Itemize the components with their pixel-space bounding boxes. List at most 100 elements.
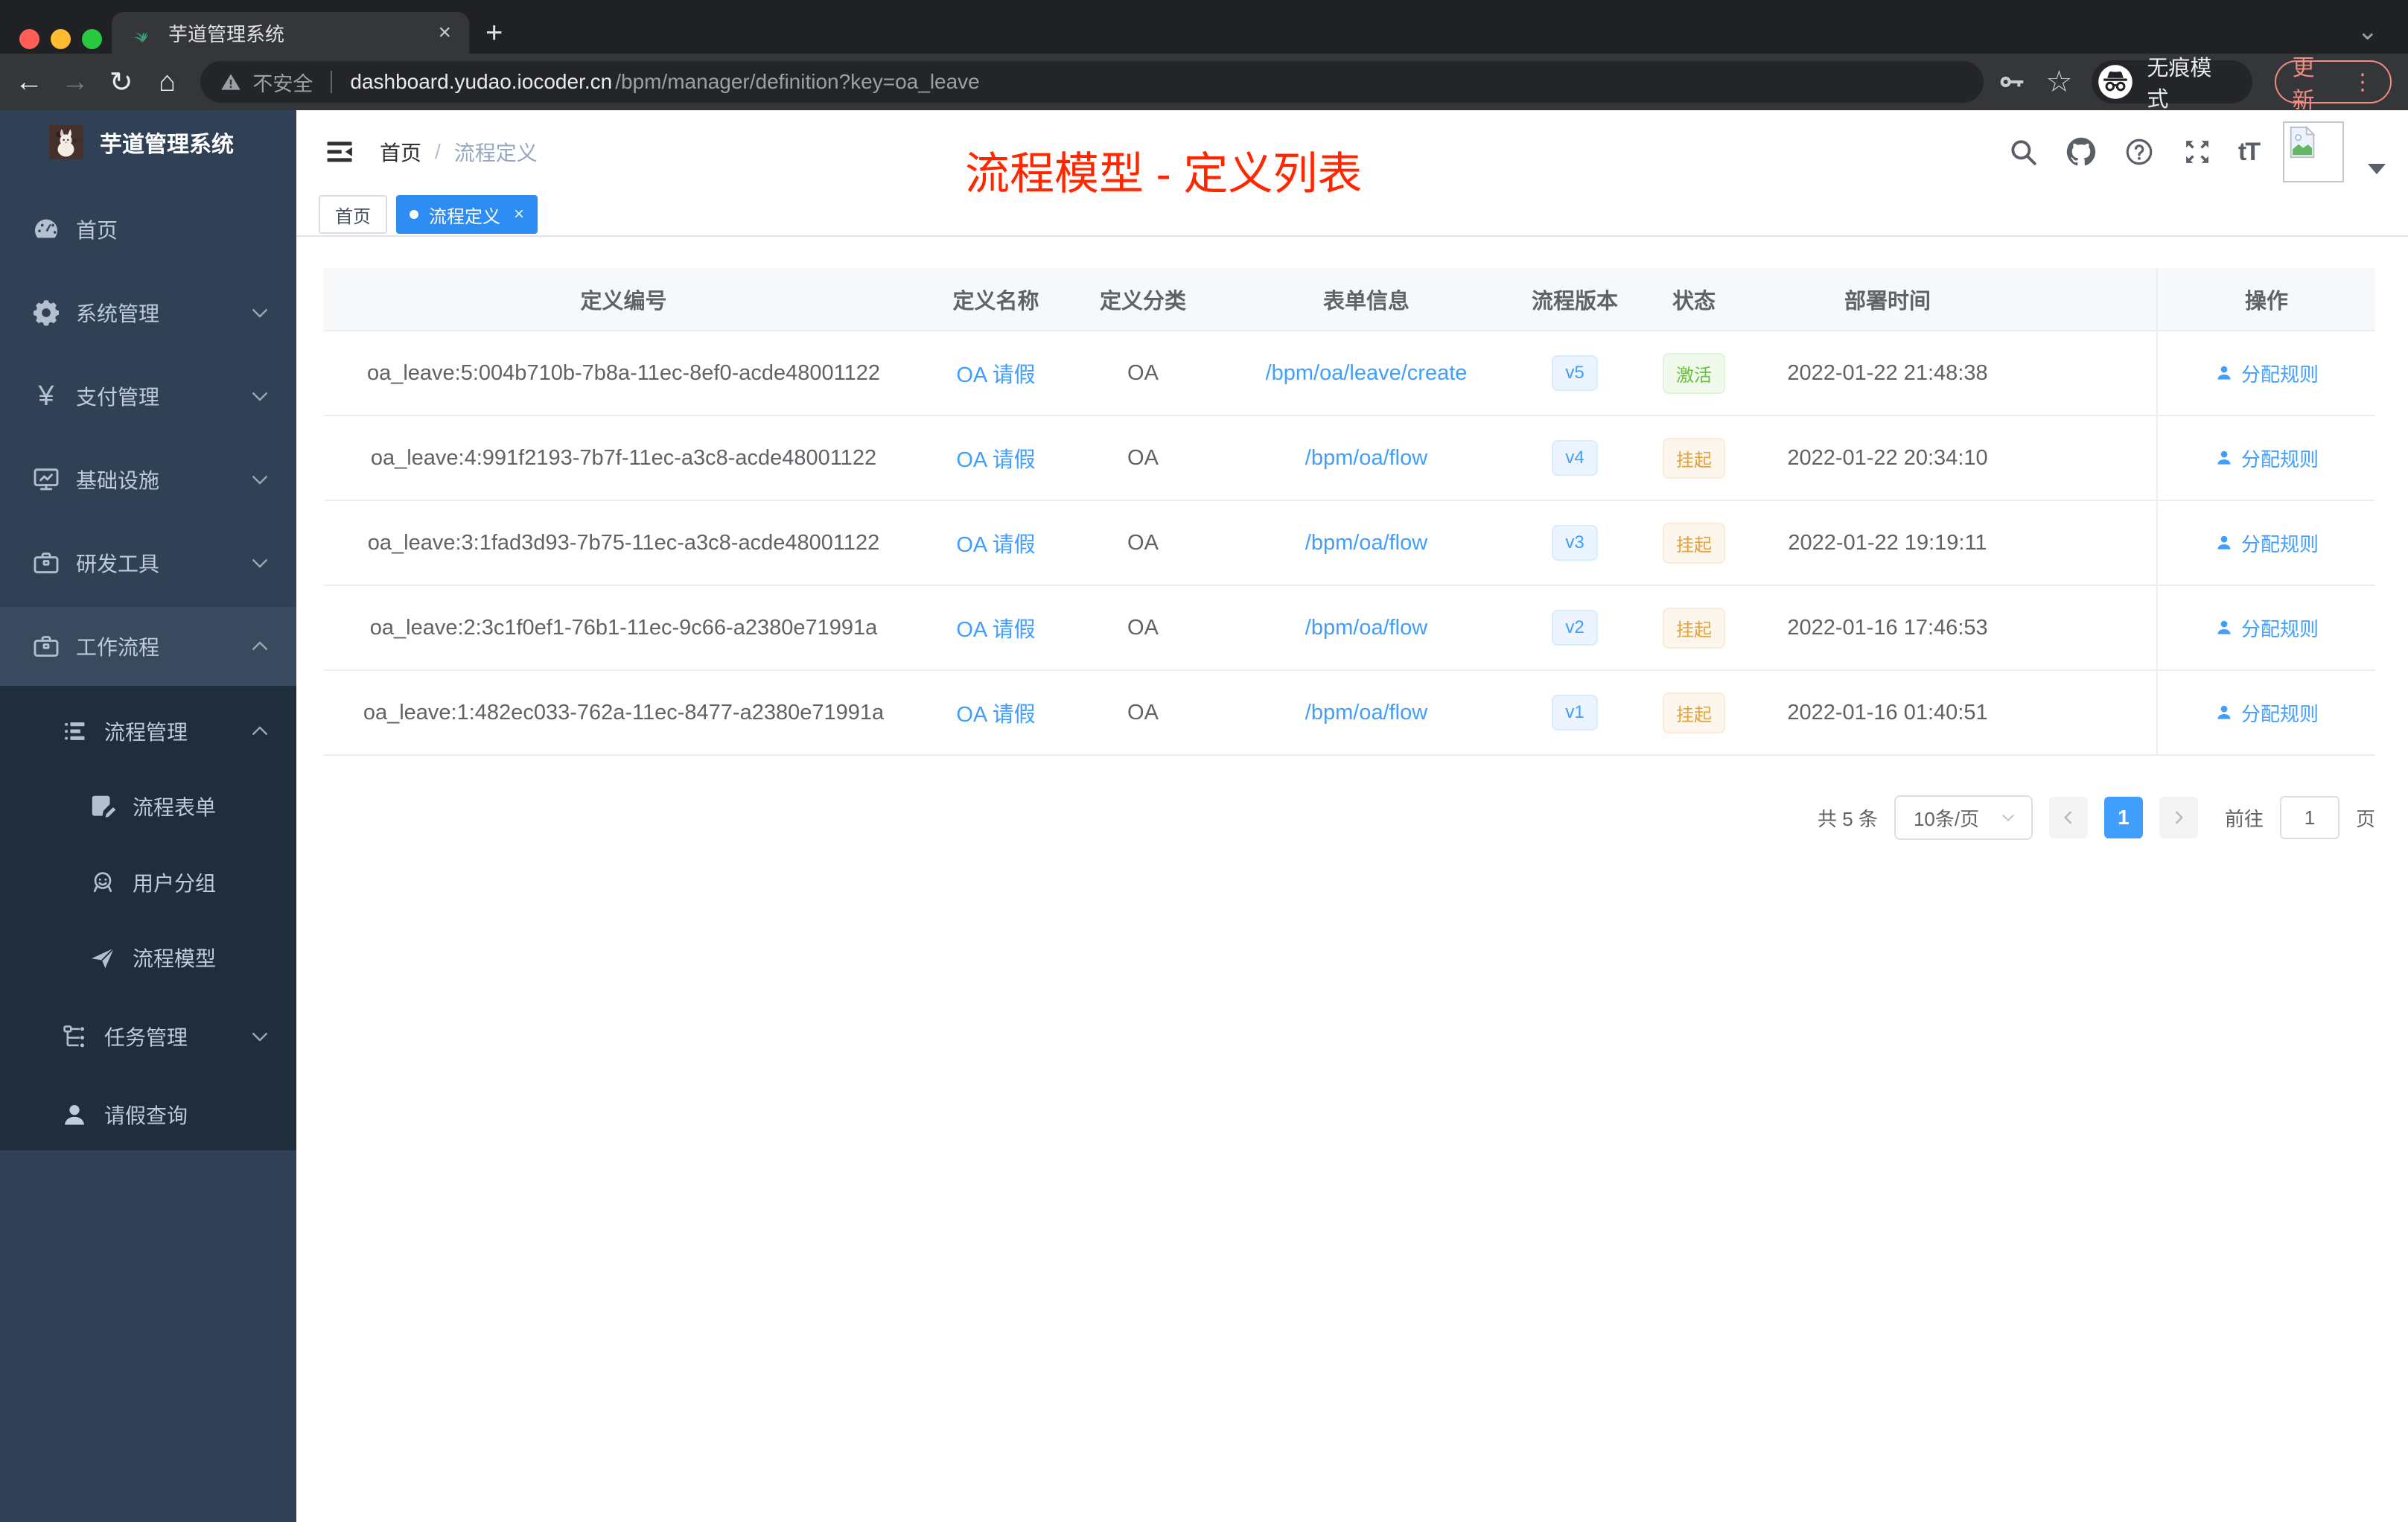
home-button[interactable]: ⌂ xyxy=(144,66,191,98)
table-row: oa_leave:3:1fad3d93-7b75-11ec-a3c8-acde4… xyxy=(324,501,2375,586)
update-label: 更新 xyxy=(2292,56,2315,113)
search-icon[interactable] xyxy=(2006,135,2040,169)
sidebar-item-system-management[interactable]: 系统管理 xyxy=(0,273,296,352)
page-size-select[interactable]: 10条/页 xyxy=(1893,795,2033,840)
sidebar-item-process-model[interactable]: 流程模型 xyxy=(0,918,296,997)
definition-id: oa_leave:4:991f2193-7b7f-11ec-a3c8-acde4… xyxy=(370,445,877,470)
breadcrumb-separator: / xyxy=(435,140,441,163)
window-maximize-button[interactable] xyxy=(82,29,102,49)
bookmark-star-icon[interactable]: ☆ xyxy=(2046,65,2073,99)
sidebar-item-dev-tools[interactable]: 研发工具 xyxy=(0,523,296,602)
definition-category: OA xyxy=(1127,445,1159,470)
github-icon[interactable] xyxy=(2064,135,2098,169)
definition-category: OA xyxy=(1127,615,1159,640)
reload-button[interactable]: ↻ xyxy=(98,66,144,99)
deploy-time: 2022-01-22 19:19:11 xyxy=(1788,530,1987,555)
definition-category: OA xyxy=(1127,700,1159,725)
sidebar-item-infrastructure[interactable]: 基础设施 xyxy=(0,440,296,519)
sidebar-item-process-management[interactable]: 流程管理 xyxy=(0,692,296,771)
sidebar-item-task-management[interactable]: 任务管理 xyxy=(0,997,296,1076)
incognito-label: 无痕模式 xyxy=(2147,57,2212,112)
assign-rule-link[interactable]: 分配规则 xyxy=(2214,614,2319,642)
next-page-button[interactable] xyxy=(2159,797,2198,838)
tree-nodes-icon xyxy=(58,1020,91,1053)
password-key-icon[interactable] xyxy=(1997,67,2027,97)
current-page-button[interactable]: 1 xyxy=(2103,797,2143,838)
goto-page-input[interactable] xyxy=(2279,796,2339,839)
top-navbar: 首页 / 流程定义 流程模型 - 定义列表 tT xyxy=(296,110,2408,199)
main-content: 首页 / 流程定义 流程模型 - 定义列表 tT 首页 流程定义 × 定义编号 … xyxy=(296,110,2408,1522)
assign-user-icon xyxy=(2217,366,2231,380)
pagination: 共 5 条 10条/页 1 前往 页 xyxy=(324,795,2375,840)
tab-search-chevron-icon[interactable]: ⌄ xyxy=(2357,16,2379,46)
tag-process-definition[interactable]: 流程定义 × xyxy=(396,195,538,234)
active-tag-dot xyxy=(410,210,418,219)
browser-tab[interactable]: 芋道管理系统 × xyxy=(112,12,469,54)
sidebar-item-label: 工作流程 xyxy=(76,636,160,659)
prev-page-button[interactable] xyxy=(2048,797,2088,838)
sidebar-item-home[interactable]: 首页 xyxy=(0,190,296,269)
assign-user-icon xyxy=(2217,535,2231,550)
font-size-icon[interactable]: tT xyxy=(2238,138,2261,167)
security-label[interactable]: 不安全 xyxy=(252,68,313,97)
update-browser-button[interactable]: 更新 ⋮ xyxy=(2274,56,2392,113)
back-button[interactable]: ← xyxy=(6,66,52,98)
sidebar-logo-row[interactable]: 芋道管理系统 xyxy=(0,110,296,159)
sidebar-item-leave-query[interactable]: 请假查询 xyxy=(0,1075,296,1154)
breadcrumb-home[interactable]: 首页 xyxy=(380,137,421,167)
avatar[interactable] xyxy=(2283,121,2344,182)
window-close-button[interactable] xyxy=(19,29,39,49)
column-header: 定义名称 xyxy=(952,289,1039,313)
definition-name-link[interactable]: OA 请假 xyxy=(923,612,1068,643)
browser-tab-strip: 芋道管理系统 × + ⌄ xyxy=(0,0,2408,54)
chevron-down-icon xyxy=(249,1025,271,1048)
version-badge: v3 xyxy=(1552,525,1598,561)
tag-home[interactable]: 首页 xyxy=(319,195,387,234)
sidebar-collapse-icon[interactable] xyxy=(323,136,356,168)
avatar-caret-down-icon[interactable] xyxy=(2368,164,2386,174)
tag-close-icon[interactable]: × xyxy=(514,204,524,225)
definition-name-link[interactable]: OA 请假 xyxy=(923,442,1068,474)
tab-close-icon[interactable]: × xyxy=(438,22,451,44)
forward-button[interactable]: → xyxy=(52,66,98,98)
form-link[interactable]: /bpm/oa/flow xyxy=(1217,446,1515,471)
sidebar-item-label: 首页 xyxy=(76,219,118,242)
page-size-value: 10条/页 xyxy=(1913,807,1980,830)
assign-rule-link[interactable]: 分配规则 xyxy=(2214,699,2319,727)
sidebar-item-payment-management[interactable]: ¥ 支付管理 xyxy=(0,357,296,436)
sidebar-item-label: 请假查询 xyxy=(104,1104,188,1127)
form-link[interactable]: /bpm/oa/flow xyxy=(1217,616,1515,640)
window-controls xyxy=(19,29,102,49)
sidebar-item-workflow[interactable]: 工作流程 xyxy=(0,607,296,686)
assign-rule-link[interactable]: 分配规则 xyxy=(2214,529,2319,557)
form-link[interactable]: /bpm/oa/flow xyxy=(1217,531,1515,555)
definition-name-link[interactable]: OA 请假 xyxy=(923,527,1068,558)
incognito-badge: 无痕模式 xyxy=(2092,57,2252,112)
status-badge: 挂起 xyxy=(1663,607,1725,649)
new-tab-button[interactable]: + xyxy=(485,16,503,50)
assign-rule-link[interactable]: 分配规则 xyxy=(2214,360,2319,387)
assign-rule-link[interactable]: 分配规则 xyxy=(2214,445,2319,472)
chevron-down-icon xyxy=(249,385,271,407)
app-logo-rabbit-avatar xyxy=(49,125,83,159)
form-link[interactable]: /bpm/oa/leave/create xyxy=(1217,361,1515,386)
help-icon[interactable] xyxy=(2122,135,2156,169)
definition-name-link[interactable]: OA 请假 xyxy=(923,357,1068,389)
person-icon xyxy=(58,1098,91,1131)
definition-name-link[interactable]: OA 请假 xyxy=(923,697,1068,728)
briefcase-icon xyxy=(30,630,63,663)
address-bar[interactable]: 不安全 dashboard.yudao.iocoder.cn/bpm/manag… xyxy=(200,61,1984,103)
chevron-down-icon xyxy=(249,302,271,324)
sidebar-item-user-group[interactable]: 用户分组 xyxy=(0,843,296,922)
user-group-face-icon xyxy=(86,866,119,899)
toolbar-right-cluster: ☆ 无痕模式 更新 ⋮ xyxy=(1997,56,2408,113)
fullscreen-icon[interactable] xyxy=(2180,135,2214,169)
app-title: 芋道管理系统 xyxy=(100,133,234,157)
yen-icon: ¥ xyxy=(38,380,54,412)
window-minimize-button[interactable] xyxy=(51,29,71,49)
breadcrumb: 首页 / 流程定义 xyxy=(380,110,538,194)
total-count: 共 5 条 xyxy=(1818,807,1878,830)
form-link[interactable]: /bpm/oa/flow xyxy=(1217,701,1515,725)
browser-menu-dots-icon[interactable]: ⋮ xyxy=(2351,69,2374,95)
sidebar-item-process-form[interactable]: 流程表单 xyxy=(0,767,296,846)
